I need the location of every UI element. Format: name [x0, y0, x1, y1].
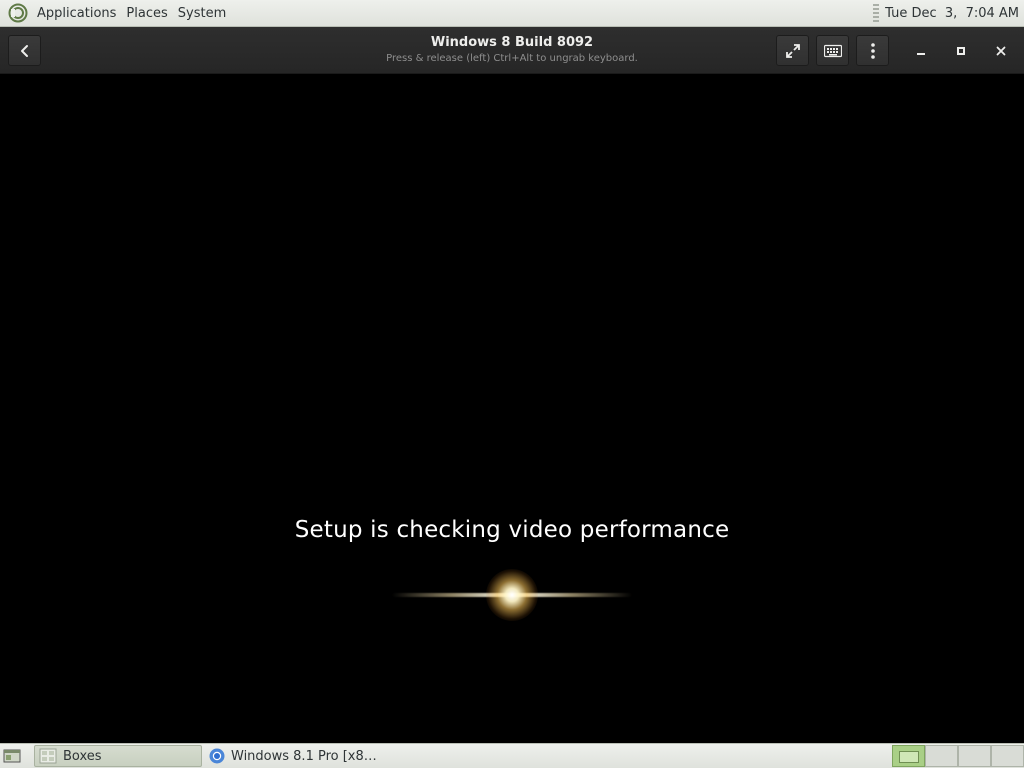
workspace-window-thumbnail — [899, 751, 919, 763]
close-button[interactable] — [988, 38, 1014, 64]
menu-button[interactable] — [856, 35, 889, 66]
show-desktop-icon — [3, 749, 21, 763]
mate-logo-icon[interactable] — [8, 3, 28, 23]
kebab-menu-icon — [870, 42, 875, 59]
chromium-icon — [209, 748, 225, 764]
keyboard-button[interactable] — [816, 35, 849, 66]
light-flare-graphic — [392, 563, 632, 627]
vm-display[interactable]: Setup is checking video performance — [0, 75, 1024, 743]
boxes-icon — [39, 748, 57, 764]
window-title: Windows 8 Build 8092 — [430, 35, 594, 50]
taskbar-item-browser[interactable]: Windows 8.1 Pro [x8… — [204, 745, 394, 767]
maximize-button[interactable] — [948, 38, 974, 64]
taskbar-item-boxes[interactable]: Boxes — [34, 745, 202, 767]
show-desktop-button[interactable] — [2, 747, 22, 765]
title-area: Windows 8 Build 8092 Press & release (le… — [312, 35, 712, 66]
workspace-1[interactable] — [892, 745, 925, 767]
back-icon — [20, 44, 28, 57]
workspace-2[interactable] — [925, 745, 958, 767]
workspace-4[interactable] — [991, 745, 1024, 767]
window-subtitle: Press & release (left) Ctrl+Alt to ungra… — [386, 53, 638, 64]
fullscreen-icon — [785, 43, 800, 58]
taskbar-item-label: Windows 8.1 Pro [x8… — [231, 748, 377, 764]
close-icon — [996, 46, 1006, 56]
taskbar-item-label: Boxes — [63, 748, 102, 764]
bottom-panel: Boxes Windows 8.1 Pro [x8… — [0, 743, 1024, 768]
flare-glow — [486, 569, 538, 621]
back-button[interactable] — [8, 35, 41, 66]
clock[interactable]: Tue Dec 3, 7:04 AM — [885, 6, 1019, 21]
fullscreen-button[interactable] — [776, 35, 809, 66]
menu-places[interactable]: Places — [121, 0, 172, 27]
maximize-icon — [957, 47, 965, 55]
menu-applications[interactable]: Applications — [32, 0, 121, 27]
minimize-icon — [917, 53, 925, 55]
setup-status-text: Setup is checking video performance — [294, 517, 730, 543]
workspace-3[interactable] — [958, 745, 991, 767]
top-panel: Applications Places System Tue Dec 3, 7:… — [0, 0, 1024, 27]
menu-system[interactable]: System — [173, 0, 231, 27]
keyboard-icon — [823, 44, 842, 57]
panel-handle[interactable] — [873, 4, 880, 22]
minimize-button[interactable] — [908, 38, 934, 64]
boxes-headerbar: Windows 8 Build 8092 Press & release (le… — [0, 27, 1024, 74]
